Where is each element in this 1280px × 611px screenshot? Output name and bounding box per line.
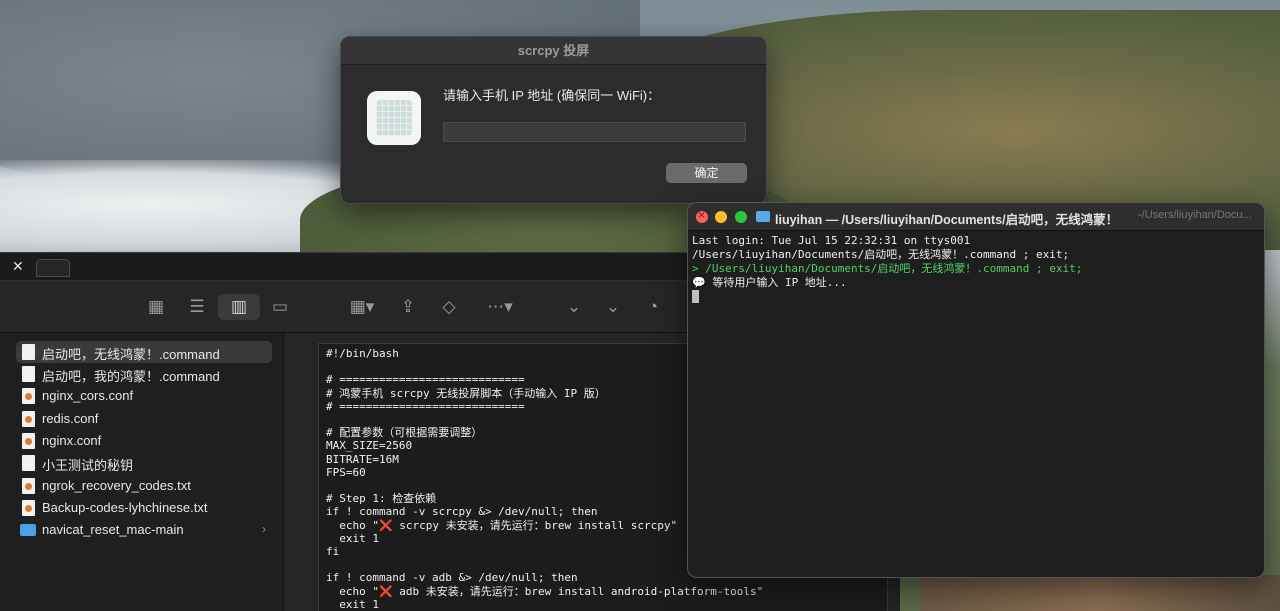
text-file-icon [22, 433, 35, 449]
file-item[interactable]: nginx.conf [16, 430, 272, 452]
markup-icon[interactable]: ◔ [640, 294, 666, 320]
file-name: nginx_cors.conf [42, 388, 134, 403]
ok-button[interactable]: 确定 [666, 163, 747, 183]
terminal-title-overflow: -/Users/liuyihan/Docu... [1138, 209, 1252, 221]
terminal-cursor [692, 290, 699, 303]
folder-item[interactable]: navicat_reset_mac-main › [16, 519, 272, 541]
file-item[interactable]: ngrok_recovery_codes.txt [16, 475, 272, 497]
folder-icon [756, 211, 770, 222]
file-name: navicat_reset_mac-main [42, 522, 184, 537]
file-name: ngrok_recovery_codes.txt [42, 478, 191, 493]
chevron-right-icon: › [262, 522, 266, 536]
file-item[interactable]: 小王测试的秘钥 [16, 452, 272, 474]
minimize-window-button[interactable] [715, 211, 727, 223]
gallery-view-icon[interactable]: ▭ [267, 294, 293, 320]
folder-icon [20, 524, 36, 536]
group-icon[interactable]: ▦▾ [344, 294, 380, 320]
file-item[interactable]: redis.conf [16, 408, 272, 430]
text-file-icon [22, 388, 35, 404]
text-file-icon [22, 500, 35, 516]
terminal-line: 💬 等待用户输入 IP 地址... [692, 276, 847, 289]
new-tab-button[interactable] [36, 259, 70, 277]
terminal-titlebar: liuyihan — /Users/liuyihan/Documents/启动吧… [688, 203, 1264, 231]
file-item[interactable]: Backup-codes-lyhchinese.txt [16, 497, 272, 519]
tag-icon[interactable]: ◇ [436, 294, 462, 320]
file-item[interactable]: 启动吧，无线鸿蒙！.command [16, 341, 272, 363]
terminal-title: liuyihan — /Users/liuyihan/Documents/启动吧… [775, 213, 1119, 227]
document-icon [22, 344, 35, 360]
terminal-window: liuyihan — /Users/liuyihan/Documents/启动吧… [687, 202, 1265, 578]
text-file-icon [22, 411, 35, 427]
file-name: 启动吧，我的鸿蒙！.command [42, 369, 220, 384]
file-name: 启动吧，无线鸿蒙！.command [42, 347, 220, 362]
file-name: Backup-codes-lyhchinese.txt [42, 500, 208, 515]
file-name: 小王测试的秘钥 [42, 458, 134, 473]
document-icon [22, 366, 35, 382]
file-name: redis.conf [42, 411, 99, 426]
wallpaper-town [920, 575, 1280, 611]
column-view-icon[interactable]: ▥ [218, 294, 260, 320]
dialog-prompt: 请输入手机 IP 地址 (确保同一 WiFi)： [443, 88, 661, 103]
close-tab-icon[interactable]: ✕ [12, 258, 24, 275]
file-item[interactable]: nginx_cors.conf [16, 385, 272, 407]
chevron-down-icon[interactable]: ⌄ [561, 294, 587, 320]
close-window-button[interactable] [696, 208, 708, 223]
file-name: nginx.conf [42, 433, 102, 448]
ip-address-input[interactable] [443, 122, 746, 142]
ip-input-dialog: scrcpy 投屏 请输入手机 IP 地址 (确保同一 WiFi)： 确定 [340, 36, 767, 204]
file-item[interactable]: 启动吧，我的鸿蒙！.command [16, 363, 272, 385]
file-list: 启动吧，无线鸿蒙！.command 启动吧，我的鸿蒙！.command ngin… [0, 333, 284, 611]
dialog-title: scrcpy 投屏 [341, 37, 766, 65]
terminal-line: Last login: Tue Jul 15 22:32:31 on ttys0… [692, 234, 971, 247]
grid-view-icon[interactable]: ▦ [143, 294, 169, 320]
share-icon[interactable]: ⇪ [395, 294, 421, 320]
terminal-line: > /Users/liuyihan/Documents/启动吧，无线鸿蒙！.co… [692, 262, 1083, 275]
text-file-icon [22, 478, 35, 494]
terminal-line: /Users/liuyihan/Documents/启动吧，无线鸿蒙！.comm… [692, 248, 1070, 261]
chevron-down-icon[interactable]: ⌄ [600, 294, 626, 320]
terminal-output[interactable]: Last login: Tue Jul 15 22:32:31 on ttys0… [692, 234, 1262, 305]
app-icon [367, 91, 421, 145]
list-view-icon[interactable]: ☰ [184, 294, 210, 320]
more-icon[interactable]: ⋯▾ [480, 294, 520, 320]
zoom-window-button[interactable] [735, 211, 747, 223]
document-icon [22, 455, 35, 471]
